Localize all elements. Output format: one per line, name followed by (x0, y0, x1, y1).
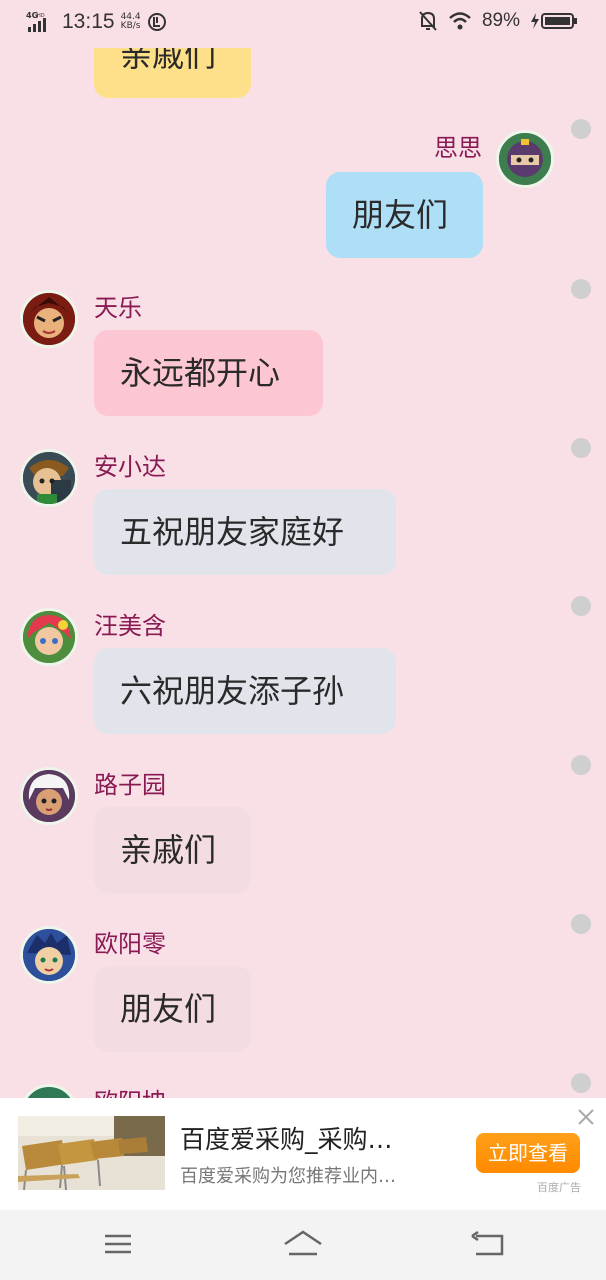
back-icon[interactable] (468, 1228, 508, 1260)
read-status-dot (571, 755, 591, 775)
wangmeihan-avatar-icon (23, 611, 75, 663)
sender-name: 安小达 (94, 453, 166, 481)
anxiaoda-avatar-icon (23, 452, 75, 504)
ad-title[interactable]: 百度爱采购_采购… (180, 1120, 393, 1156)
chat-list[interactable]: 亲戚们 思思 朋友们 天乐 永远都开心 安小达 五祝朋友家庭好 汪美含 六祝朋友… (0, 0, 606, 1098)
read-status-dot (571, 1073, 591, 1093)
avatar[interactable] (20, 608, 78, 666)
ninja-avatar-icon (499, 133, 551, 185)
system-nav-bar (0, 1210, 606, 1280)
avatar[interactable] (20, 926, 78, 984)
ad-banner[interactable]: 百度爱采购_采购… 百度爱采购为您推荐业内… 立即查看 百度广告 (0, 1098, 606, 1210)
avatar[interactable] (20, 1084, 78, 1098)
message-bubble[interactable]: 永远都开心 (94, 330, 323, 416)
ad-description: 百度爱采购为您推荐业内… (180, 1166, 396, 1187)
avatar[interactable] (20, 449, 78, 507)
menu-icon[interactable] (98, 1228, 138, 1260)
avatar[interactable] (20, 767, 78, 825)
ad-view-button[interactable]: 立即查看 (476, 1133, 580, 1173)
chairs-image-icon (18, 1116, 165, 1191)
speed-unit: KB/s (120, 21, 141, 31)
read-status-dot (571, 438, 591, 458)
status-bar: 4G HD 13:15 44.4 KB/s 89% (0, 0, 606, 48)
clock: 13:15 (62, 10, 115, 33)
message-bubble[interactable]: 六祝朋友添子孙 (94, 648, 396, 734)
avatar[interactable] (20, 290, 78, 348)
tianle-avatar-icon (23, 293, 75, 345)
message-bubble[interactable]: 五祝朋友家庭好 (94, 489, 396, 575)
sender-name: 路子园 (94, 771, 166, 799)
wifi-icon (449, 12, 471, 30)
sender-name: 欧阳零 (94, 930, 166, 958)
read-status-dot (571, 279, 591, 299)
message-bubble[interactable]: 朋友们 (94, 966, 251, 1052)
sender-name: 思思 (434, 134, 482, 162)
mute-bell-icon (419, 11, 437, 31)
read-status-dot (571, 596, 591, 616)
sender-name: 欧阳坤 (94, 1082, 166, 1098)
ad-image[interactable] (18, 1116, 165, 1191)
battery-percent: 89% (481, 10, 520, 31)
ad-tag: 百度广告 (537, 1181, 581, 1194)
home-icon[interactable] (283, 1228, 323, 1260)
sender-name: 汪美含 (94, 612, 166, 640)
luziyuan-avatar-icon (23, 770, 75, 822)
sender-name: 天乐 (94, 294, 142, 322)
network-speed: 44.4 KB/s (121, 13, 141, 31)
message-bubble[interactable]: 亲戚们 (94, 807, 251, 893)
close-icon[interactable] (575, 1106, 597, 1128)
signal-icon: 4GHD (26, 11, 46, 32)
ouyangling-avatar-icon (23, 929, 75, 981)
data-saver-icon (147, 13, 166, 31)
read-status-dot (571, 914, 591, 934)
battery-charging-icon (531, 13, 577, 29)
read-status-dot (571, 119, 591, 139)
avatar[interactable] (496, 130, 554, 188)
message-bubble[interactable]: 朋友们 (326, 172, 483, 258)
